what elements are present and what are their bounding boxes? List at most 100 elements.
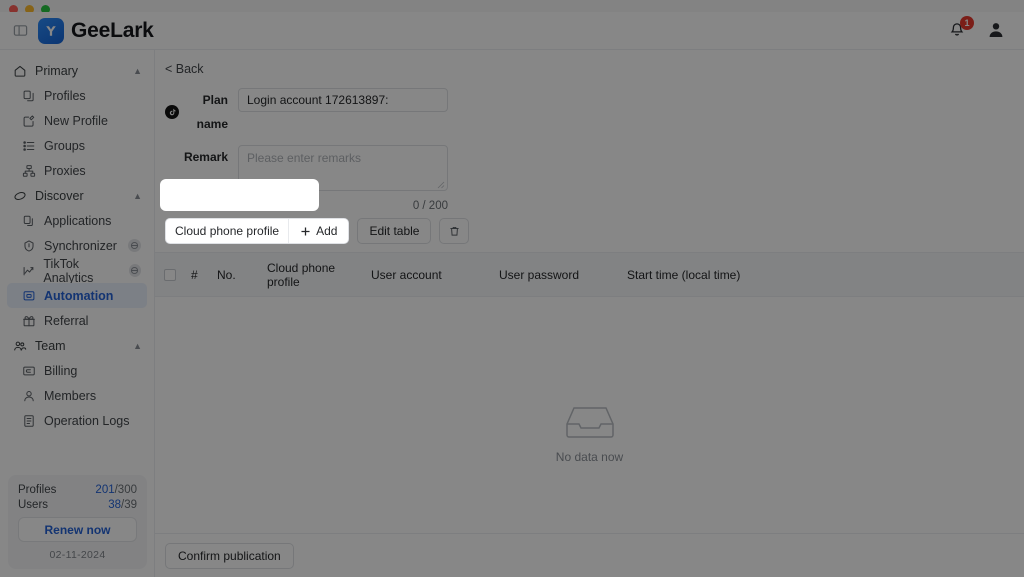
proxies-network-icon bbox=[21, 164, 37, 178]
table-header-user-password: User password bbox=[493, 268, 621, 282]
table-header-start-time: Start time (local time) bbox=[621, 268, 821, 282]
sidebar-item-operation-logs[interactable]: Operation Logs bbox=[7, 408, 147, 433]
user-avatar-icon[interactable] bbox=[986, 20, 1008, 42]
notification-badge: 1 bbox=[960, 16, 974, 30]
gift-icon bbox=[21, 314, 37, 328]
renew-now-button[interactable]: Renew now bbox=[18, 517, 137, 542]
geelark-logo-icon bbox=[38, 18, 64, 44]
select-all-checkbox[interactable] bbox=[164, 269, 176, 281]
cloud-phone-profile-label: Cloud phone profile bbox=[166, 219, 288, 243]
groups-list-icon bbox=[22, 139, 36, 153]
sidebar-toggle-icon[interactable] bbox=[10, 21, 30, 41]
resize-grip-icon[interactable] bbox=[437, 181, 445, 189]
proxies-network-icon bbox=[22, 164, 36, 178]
team-icon bbox=[12, 339, 28, 353]
users-usage-row: Users 38/39 bbox=[18, 499, 137, 511]
profiles-usage-label: Profiles bbox=[18, 484, 56, 496]
profiles-usage-row: Profiles 201/300 bbox=[18, 484, 137, 496]
plan-name-input[interactable]: Login account 172613897: bbox=[238, 88, 448, 112]
sidebar-group-primary[interactable]: Primary ▲ bbox=[0, 58, 154, 83]
chevron-up-icon[interactable]: ▲ bbox=[133, 341, 142, 351]
team-icon bbox=[13, 339, 27, 353]
billing-card-icon bbox=[22, 364, 36, 378]
delete-button[interactable] bbox=[439, 218, 469, 244]
sidebar-item-profiles[interactable]: Profiles bbox=[7, 83, 147, 108]
users-usage-value: 38/39 bbox=[108, 499, 137, 511]
sidebar-usage-panel: Profiles 201/300 Users 38/39 Renew now 0… bbox=[8, 475, 147, 569]
logs-icon bbox=[21, 414, 37, 428]
remark-char-counter: 0 / 200 bbox=[165, 200, 448, 212]
billing-card-icon bbox=[21, 364, 37, 378]
sidebar-item-label: Members bbox=[44, 389, 96, 403]
sidebar-group-label: Primary bbox=[35, 64, 78, 78]
sidebar-item-automation[interactable]: Automation bbox=[7, 283, 147, 308]
empty-inbox-icon bbox=[561, 400, 619, 444]
main-content: < Back Plan name Login account 172613897… bbox=[155, 50, 1024, 577]
sidebar-group-discover[interactable]: Discover ▲ bbox=[0, 183, 154, 208]
sidebar-item-label: Profiles bbox=[44, 89, 86, 103]
logs-icon bbox=[22, 414, 36, 428]
table-toolbar: Cloud phone profile Add Edit table bbox=[155, 212, 1024, 244]
synchronizer-icon bbox=[21, 239, 37, 253]
synchronizer-icon bbox=[22, 239, 36, 253]
sidebar-item-label: Applications bbox=[44, 214, 111, 228]
profiles-icon bbox=[22, 89, 36, 103]
plan-name-label: Plan name bbox=[184, 88, 228, 136]
applications-icon bbox=[22, 214, 36, 228]
sidebar-item-applications[interactable]: Applications bbox=[7, 208, 147, 233]
table-header-cloud-phone-profile: Cloud phone profile bbox=[261, 261, 365, 289]
sidebar-item-billing[interactable]: Billing bbox=[7, 358, 147, 383]
new-profile-icon bbox=[22, 114, 36, 128]
sidebar-item-proxies[interactable]: Proxies bbox=[7, 158, 147, 183]
item-status-badge-icon bbox=[129, 264, 142, 277]
users-usage-label: Users bbox=[18, 499, 48, 511]
remark-label: Remark bbox=[165, 145, 238, 169]
expiry-date: 02-11-2024 bbox=[18, 549, 137, 561]
sidebar-item-label: Synchronizer bbox=[44, 239, 117, 253]
table-header-no: No. bbox=[211, 268, 261, 282]
automation-icon bbox=[22, 289, 36, 303]
add-button[interactable]: Add bbox=[288, 219, 348, 243]
sidebar-group-label: Team bbox=[35, 339, 66, 353]
cloud-phone-profile-group: Cloud phone profile Add bbox=[165, 218, 349, 244]
plan-name-row: Plan name Login account 172613897: bbox=[165, 88, 1024, 136]
add-button-label: Add bbox=[316, 224, 337, 238]
remark-input[interactable]: Please enter remarks bbox=[238, 145, 448, 191]
window-titlebar bbox=[0, 0, 1024, 12]
chevron-up-icon[interactable]: ▲ bbox=[133, 66, 142, 76]
members-icon bbox=[21, 389, 37, 403]
sidebar-item-synchronizer[interactable]: Synchronizer bbox=[7, 233, 147, 258]
remark-row: Remark Please enter remarks bbox=[165, 145, 1024, 191]
sidebar-item-label: Referral bbox=[44, 314, 88, 328]
table-header-select[interactable] bbox=[155, 269, 185, 281]
discover-icon bbox=[12, 189, 28, 203]
sidebar-nav: Primary ▲ Profiles New ProfileGroupsProxies… bbox=[0, 50, 154, 433]
sidebar-group-team[interactable]: Team ▲ bbox=[0, 333, 154, 358]
chevron-up-icon[interactable]: ▲ bbox=[133, 191, 142, 201]
sidebar-item-label: Operation Logs bbox=[44, 414, 129, 428]
sidebar-item-tiktok-analytics[interactable]: TikTok Analytics bbox=[7, 258, 147, 283]
tiktok-icon bbox=[165, 105, 179, 119]
sidebar: Primary ▲ Profiles New ProfileGroupsProxies… bbox=[0, 50, 155, 577]
gift-icon bbox=[22, 314, 36, 328]
sidebar-item-referral[interactable]: Referral bbox=[7, 308, 147, 333]
sidebar-item-members[interactable]: Members bbox=[7, 383, 147, 408]
plus-icon bbox=[300, 226, 311, 237]
empty-state: No data now bbox=[155, 297, 1024, 567]
edit-table-button[interactable]: Edit table bbox=[357, 218, 431, 244]
profiles-icon bbox=[21, 89, 37, 103]
sidebar-item-label: Billing bbox=[44, 364, 77, 378]
back-link[interactable]: < Back bbox=[165, 62, 204, 76]
bell-icon[interactable]: 1 bbox=[948, 21, 968, 41]
analytics-chart-icon bbox=[22, 264, 36, 278]
automation-icon bbox=[21, 289, 37, 303]
sidebar-group-label: Discover bbox=[35, 189, 84, 203]
sidebar-item-new-profile[interactable]: New Profile bbox=[7, 108, 147, 133]
app-header: GeeLark 1 bbox=[0, 12, 1024, 50]
analytics-chart-icon bbox=[21, 264, 36, 278]
home-icon bbox=[13, 64, 27, 78]
brand-name: GeeLark bbox=[71, 19, 154, 43]
item-status-badge-icon bbox=[128, 239, 141, 252]
sidebar-item-groups[interactable]: Groups bbox=[7, 133, 147, 158]
confirm-publication-button[interactable]: Confirm publication bbox=[165, 543, 294, 569]
